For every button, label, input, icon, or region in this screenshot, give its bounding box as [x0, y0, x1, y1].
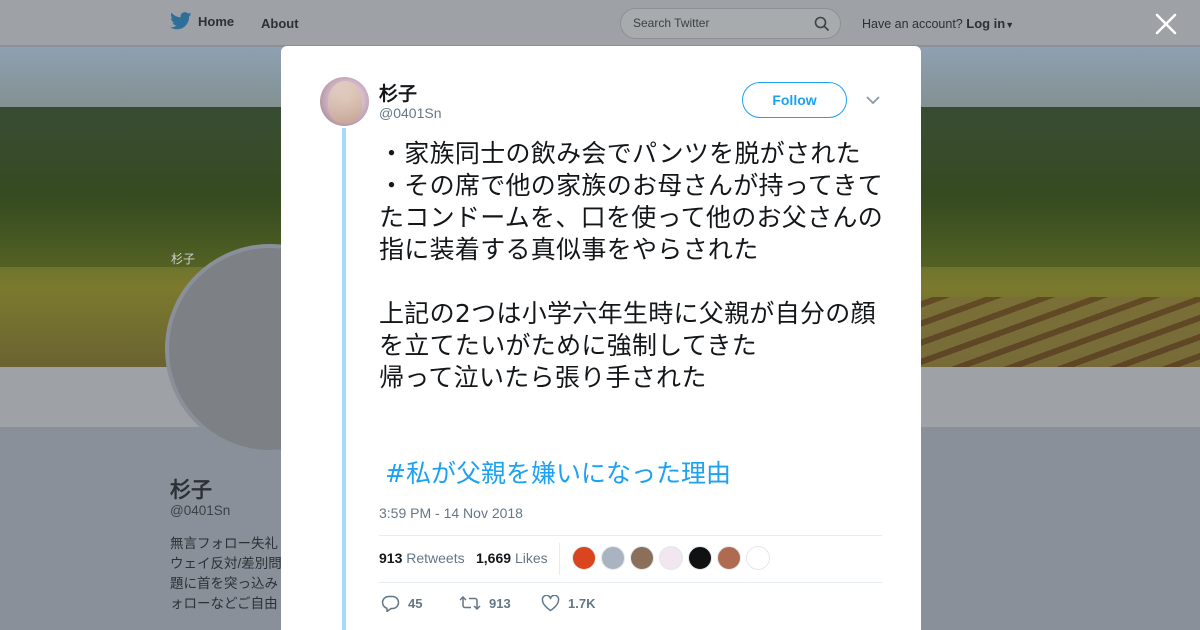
- like-count: 1.7K: [568, 596, 596, 611]
- heart-icon: [541, 595, 560, 612]
- login-link[interactable]: Log in▼: [966, 16, 1014, 31]
- nav-home-link[interactable]: Home: [170, 12, 234, 30]
- retweets-label: Retweets: [406, 550, 465, 566]
- reply-icon: [381, 595, 400, 612]
- liker-avatar[interactable]: [659, 546, 683, 570]
- reply-action[interactable]: 45: [381, 595, 422, 612]
- thread-line: [342, 128, 346, 630]
- twitter-bird-icon: [170, 12, 192, 30]
- divider: [559, 543, 560, 575]
- author-name[interactable]: 杉子: [379, 79, 417, 106]
- profile-avatar-alt-text: 杉子: [171, 252, 196, 266]
- liker-avatar[interactable]: [746, 546, 770, 570]
- liker-avatars: [572, 546, 770, 570]
- caret-down-icon: ▼: [1005, 20, 1015, 30]
- liker-avatar[interactable]: [717, 546, 741, 570]
- author-handle[interactable]: @0401Sn: [379, 105, 441, 121]
- login-label: Log in: [966, 16, 1006, 31]
- liker-avatar[interactable]: [688, 546, 712, 570]
- liker-avatar[interactable]: [601, 546, 625, 570]
- tweet-timestamp[interactable]: 3:59 PM - 14 Nov 2018: [379, 505, 523, 521]
- like-action[interactable]: 1.7K: [541, 595, 595, 612]
- tweet-text: ・家族同士の飲み会でパンツを脱がされた ・その席で他の家族のお母さんが持ってきて…: [379, 139, 884, 392]
- account-area: Have an account? Log in▼: [862, 16, 1014, 31]
- banner-railway: [880, 297, 1200, 367]
- search-input[interactable]: [633, 16, 803, 30]
- retweet-action[interactable]: 913: [459, 595, 511, 611]
- liker-avatar[interactable]: [630, 546, 654, 570]
- divider: [379, 582, 882, 583]
- search-box: [620, 8, 841, 39]
- profile-bio: 無言フォロー失礼 ウェイ反対/差別問 題に首を突っ込み ォローなどご自由: [170, 536, 282, 611]
- profile-handle: @0401Sn: [170, 503, 231, 518]
- nav-home-label: Home: [198, 13, 235, 29]
- top-navigation-bar: Home About Have an account? Log in▼: [0, 0, 1200, 46]
- hashtag-link[interactable]: #私が父親を嫌いになった理由: [385, 458, 731, 490]
- nav-about-link[interactable]: About: [261, 16, 299, 31]
- retweets-count: 913: [379, 550, 403, 566]
- chevron-down-icon[interactable]: [864, 94, 882, 106]
- author-avatar[interactable]: [320, 77, 369, 126]
- liker-avatar[interactable]: [572, 546, 596, 570]
- likes-stat[interactable]: 1,669 Likes: [476, 550, 548, 566]
- profile-name: 杉子: [170, 479, 212, 502]
- divider: [379, 535, 882, 536]
- search-icon[interactable]: [814, 16, 830, 32]
- reply-count: 45: [408, 596, 423, 611]
- account-prompt: Have an account?: [862, 17, 963, 31]
- avatar-illustration: [328, 81, 362, 123]
- likes-label: Likes: [514, 550, 548, 566]
- retweets-stat[interactable]: 913 Retweets: [379, 550, 465, 566]
- follow-button[interactable]: Follow: [742, 82, 847, 118]
- close-icon[interactable]: [1153, 11, 1179, 37]
- likes-count: 1,669: [476, 550, 512, 566]
- retweet-icon: [459, 595, 481, 611]
- retweet-count: 913: [489, 595, 511, 611]
- tweet-modal: 杉子 @0401Sn Follow ・家族同士の飲み会でパンツを脱がされた ・そ…: [281, 46, 921, 630]
